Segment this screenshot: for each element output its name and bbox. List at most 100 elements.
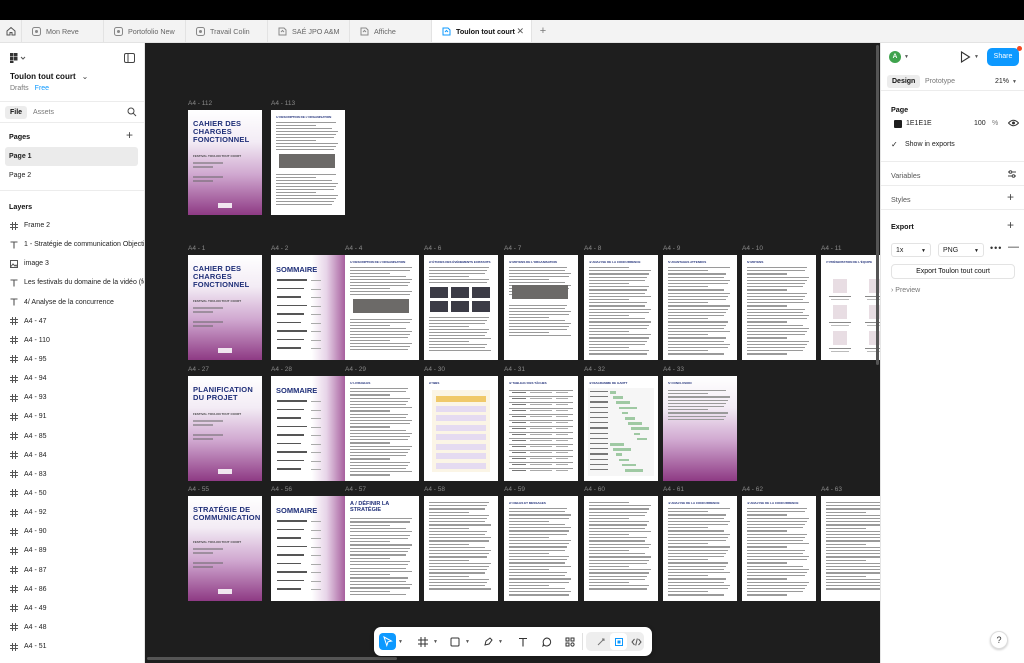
tab-assets[interactable]: Assets — [33, 109, 54, 116]
design-mode-button[interactable] — [610, 633, 627, 650]
a4-frame[interactable]: 4/ ANALYSE DE LA CONCURRENCE — [663, 496, 737, 601]
frame-label[interactable]: A4 - 10 — [742, 245, 763, 252]
frame-label[interactable]: A4 - 58 — [424, 486, 445, 493]
frame-label[interactable]: A4 - 30 — [424, 366, 445, 373]
a4-frame[interactable]: 4/ DIAGRAMME DE GANTT — [584, 376, 658, 481]
a4-frame[interactable]: 7/ PRÉSENTATION DE L'ÉQUIPE — [821, 255, 880, 360]
layer-item[interactable]: A4 - 84 — [0, 446, 144, 465]
a4-frame[interactable]: 2/ ÉTUDES DES ÉVÉNEMENTS EXISTANTS — [424, 255, 498, 360]
page-item-2[interactable]: Page 2 — [5, 166, 138, 185]
vertical-scrollbar[interactable] — [876, 45, 879, 365]
chevron-down-icon[interactable]: ▼ — [904, 54, 909, 60]
a4-frame[interactable]: CAHIER DES CHARGES FONCTIONNEL FESTIVAL T… — [188, 110, 262, 215]
frame-label[interactable]: A4 - 33 — [663, 366, 684, 373]
a4-frame[interactable]: 1/ DESCRIPTION DE L'ORGANISATION — [345, 255, 419, 360]
frame-label[interactable]: A4 - 56 — [271, 486, 292, 493]
layer-item[interactable]: A4 - 87 — [0, 561, 144, 580]
a4-frame[interactable]: 2/ WBS — [424, 376, 498, 481]
frame-label[interactable]: A4 - 1 — [188, 245, 205, 252]
shape-tool[interactable] — [446, 633, 463, 650]
frame-label[interactable]: A4 - 31 — [504, 366, 525, 373]
layer-item[interactable]: A4 - 91 — [0, 407, 144, 426]
frame-label[interactable]: A4 - 55 — [188, 486, 209, 493]
export-button[interactable]: Export Toulon tout court — [891, 264, 1015, 279]
layer-item[interactable]: A4 - 93 — [0, 388, 144, 407]
dev-mode-button[interactable] — [628, 633, 645, 650]
layer-item[interactable]: A4 - 47 — [0, 312, 144, 331]
a4-frame[interactable]: 2/ CIBLES ET MESSAGES — [504, 496, 578, 601]
chevron-down-icon[interactable]: ▼ — [433, 639, 438, 645]
design-canvas[interactable]: A4 - 112 CAHIER DES CHARGES FONCTIONNEL FE… — [145, 43, 880, 663]
add-page-button[interactable]: + — [126, 128, 133, 142]
actions-tool[interactable] — [561, 633, 578, 650]
frame-label[interactable]: A4 - 62 — [742, 486, 763, 493]
plan-badge[interactable]: Free — [35, 85, 49, 92]
pen-tool[interactable] — [479, 633, 496, 650]
color-hex-value[interactable]: 1E1E1E — [906, 120, 932, 127]
a4-frame[interactable]: STRATÉGIE DE COMMUNICATION FESTIVAL TOULO… — [188, 496, 262, 601]
a4-frame[interactable] — [821, 496, 880, 601]
tab-mon-reve[interactable]: Mon Reve — [22, 20, 104, 42]
layer-item[interactable]: A4 - 86 — [0, 580, 144, 599]
page-item-1[interactable]: Page 1 — [5, 147, 138, 166]
frame-tool[interactable] — [414, 633, 431, 650]
search-layers-button[interactable] — [127, 107, 137, 119]
file-name[interactable]: Toulon tout court ⌄ — [10, 72, 88, 81]
a4-frame[interactable]: PLANIFICATION DU PROJET FESTIVAL TOULON T… — [188, 376, 262, 481]
draw-mode-button[interactable] — [592, 633, 609, 650]
tab-file[interactable]: File — [5, 106, 28, 119]
tab-travail-colin[interactable]: Travail Colin — [186, 20, 268, 42]
frame-label[interactable]: A4 - 9 — [663, 245, 680, 252]
chevron-down-icon[interactable]: ▼ — [498, 639, 503, 645]
help-button[interactable]: ? — [990, 631, 1008, 649]
home-tab[interactable] — [0, 20, 22, 42]
frame-label[interactable]: A4 - 60 — [584, 486, 605, 493]
layer-item[interactable]: A4 - 48 — [0, 618, 144, 637]
a4-frame[interactable]: A / DÉFINIR LA STRATÉGIE — [345, 496, 419, 601]
frame-label[interactable]: A4 - 113 — [271, 100, 295, 107]
remove-export-button[interactable]: — — [1008, 241, 1019, 253]
export-format-select[interactable]: PNG ▼ — [938, 243, 984, 257]
layer-item[interactable]: A4 - 94 — [0, 369, 144, 388]
a4-frame[interactable]: 5/ AVANTAGES ATTENDUS — [663, 255, 737, 360]
a4-frame[interactable] — [584, 496, 658, 601]
a4-frame[interactable] — [424, 496, 498, 601]
layer-item[interactable]: A4 - 90 — [0, 522, 144, 541]
visibility-toggle[interactable] — [1007, 119, 1020, 129]
layer-item[interactable]: A4 - 51 — [0, 637, 144, 656]
tab-sa-jpo-a-m[interactable]: SAÉ JPO A&M — [268, 20, 350, 42]
a4-frame[interactable]: 1/ LIVRABLES — [345, 376, 419, 481]
drafts-label[interactable]: Drafts — [10, 85, 29, 92]
chevron-down-icon[interactable]: ▼ — [398, 639, 403, 645]
export-preview-toggle[interactable]: › Preview — [891, 287, 920, 294]
add-export-button[interactable]: + — [1007, 218, 1014, 232]
horizontal-scrollbar[interactable] — [147, 657, 397, 660]
tab-toulon-tout-court[interactable]: Toulon tout court ✕ — [432, 20, 532, 42]
a4-frame[interactable]: SOMMAIRE — [271, 255, 345, 360]
export-options-button[interactable]: ••• — [990, 243, 1002, 253]
frame-label[interactable]: A4 - 28 — [271, 366, 292, 373]
layer-item[interactable]: Les festivals du domaine de la vidéo (fe — [0, 273, 144, 292]
frame-label[interactable]: A4 - 8 — [584, 245, 601, 252]
frame-label[interactable]: A4 - 59 — [504, 486, 525, 493]
comment-tool[interactable] — [538, 633, 555, 650]
a4-frame[interactable]: 3/ TABLEAU DES TÂCHES — [504, 376, 578, 481]
close-icon[interactable]: ✕ — [516, 26, 524, 37]
frame-label[interactable]: A4 - 7 — [504, 245, 521, 252]
a4-frame[interactable]: 4/ ANALYSE DE LA CONCURRENCE — [584, 255, 658, 360]
frame-label[interactable]: A4 - 63 — [821, 486, 842, 493]
layer-item[interactable]: A4 - 110 — [0, 331, 144, 350]
layer-item[interactable]: 1 - Stratégie de communication Objectif — [0, 235, 144, 254]
tab-design[interactable]: Design — [887, 75, 921, 88]
tab-portofolio-new[interactable]: Portofolio New — [104, 20, 186, 42]
tab-affiche[interactable]: Affiche — [350, 20, 432, 42]
show-in-exports-checkbox[interactable]: ✓ — [891, 140, 898, 149]
a4-frame[interactable]: 5/ CONCLUSION — [663, 376, 737, 481]
new-tab-button[interactable]: + — [532, 20, 554, 42]
frame-label[interactable]: A4 - 11 — [821, 245, 841, 252]
layer-item[interactable]: A4 - 89 — [0, 541, 144, 560]
zoom-dropdown[interactable]: 21% ▼ — [995, 78, 1017, 85]
text-tool[interactable] — [514, 633, 531, 650]
a4-frame[interactable]: SOMMAIRE — [271, 496, 345, 601]
share-button[interactable]: Share — [987, 48, 1019, 66]
